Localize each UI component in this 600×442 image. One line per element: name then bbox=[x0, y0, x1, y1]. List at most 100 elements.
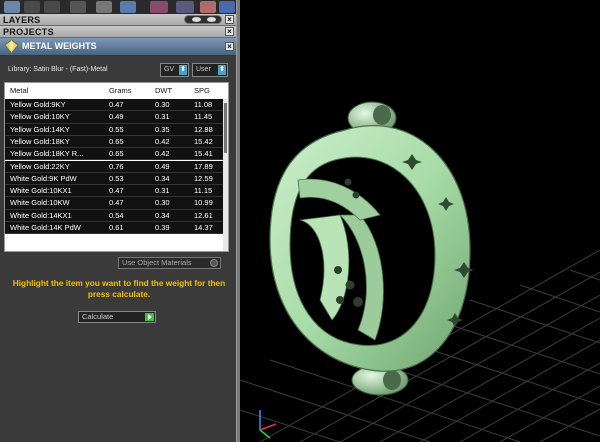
cell-dwt: 0.34 bbox=[155, 210, 170, 220]
cell-grams: 0.65 bbox=[109, 136, 124, 146]
toolbar-icon[interactable] bbox=[219, 1, 235, 13]
calculate-button[interactable]: Calculate bbox=[78, 311, 156, 323]
cell-grams: 0.47 bbox=[109, 100, 124, 109]
cell-spg: 10.99 bbox=[194, 198, 213, 208]
metal-weights-title: METAL WEIGHTS bbox=[22, 41, 97, 51]
scrollbar-thumb[interactable] bbox=[224, 103, 227, 153]
table-row[interactable]: White Gold:14KX1 0.54 0.34 12.61 bbox=[5, 209, 225, 222]
toolbar-icon[interactable] bbox=[44, 1, 60, 13]
col-spg[interactable]: SPG bbox=[194, 83, 224, 99]
layers-title: LAYERS bbox=[3, 15, 41, 25]
cell-metal: White Gold:14K PdW bbox=[10, 223, 81, 232]
viewport-scene bbox=[240, 101, 600, 442]
table-header: Metal Grams DWT SPG bbox=[5, 83, 225, 100]
cell-metal: White Gold:10KX1 bbox=[10, 186, 72, 196]
cell-metal: White Gold:9K PdW bbox=[10, 173, 77, 183]
cell-metal: White Gold:14KX1 bbox=[10, 210, 72, 220]
toolbar-icon[interactable] bbox=[150, 1, 168, 13]
table-row[interactable]: White Gold:14K PdW 0.61 0.39 14.37 bbox=[5, 222, 225, 235]
cell-spg: 14.37 bbox=[194, 223, 213, 232]
cell-spg: 11.45 bbox=[194, 112, 213, 122]
cell-spg: 12.59 bbox=[194, 173, 213, 183]
cell-metal: Yellow Gold:9KY bbox=[10, 100, 66, 109]
toggle-dot-icon bbox=[210, 259, 218, 267]
toolbar-icon[interactable] bbox=[120, 1, 136, 13]
cell-metal: Yellow Gold:14KY bbox=[10, 124, 70, 134]
table-row[interactable]: Yellow Gold:22KY 0.76 0.49 17.89 bbox=[5, 160, 225, 173]
layers-header[interactable]: LAYERS × bbox=[0, 14, 236, 26]
toolbar-icon[interactable] bbox=[200, 1, 216, 13]
cell-dwt: 0.39 bbox=[155, 223, 170, 232]
ring-model[interactable] bbox=[269, 101, 474, 396]
close-projects-button[interactable]: × bbox=[225, 27, 234, 36]
toolbar-icon[interactable] bbox=[24, 1, 40, 13]
cell-spg: 15.41 bbox=[194, 149, 213, 159]
metal-weights-icon bbox=[4, 39, 19, 54]
cell-dwt: 0.31 bbox=[155, 186, 170, 196]
cell-grams: 0.53 bbox=[109, 173, 124, 183]
user-dropdown[interactable]: User ⬍ bbox=[192, 63, 228, 77]
table-row[interactable]: Yellow Gold:9KY 0.47 0.30 11.08 bbox=[5, 99, 225, 112]
cell-spg: 15.42 bbox=[194, 136, 213, 146]
cell-spg: 11.08 bbox=[194, 100, 213, 109]
cell-dwt: 0.42 bbox=[155, 136, 170, 146]
cell-grams: 0.47 bbox=[109, 198, 124, 208]
metal-weights-table[interactable]: Metal Grams DWT SPG Yellow Gold:9KY 0.47… bbox=[4, 82, 229, 252]
toolbar-icon[interactable] bbox=[4, 1, 20, 13]
3d-viewport[interactable] bbox=[240, 0, 600, 442]
library-label: Library: Satin Blur - (Fast)-Metal bbox=[8, 66, 108, 73]
close-layers-button[interactable]: × bbox=[225, 15, 234, 24]
table-row[interactable]: White Gold:10KW 0.47 0.30 10.99 bbox=[5, 197, 225, 210]
cell-dwt: 0.42 bbox=[155, 149, 170, 159]
col-metal[interactable]: Metal bbox=[10, 83, 107, 99]
col-dwt[interactable]: DWT bbox=[155, 83, 195, 99]
table-row[interactable]: White Gold:10KX1 0.47 0.31 11.15 bbox=[5, 185, 225, 198]
instruction-text: Highlight the item you want to find the … bbox=[12, 278, 226, 299]
spinner-icon[interactable]: ⬍ bbox=[218, 65, 226, 75]
cell-spg: 17.89 bbox=[194, 161, 213, 171]
cell-metal: Yellow Gold:22KY bbox=[10, 161, 70, 171]
toolbar-icon[interactable] bbox=[70, 1, 86, 13]
table-scrollbar[interactable] bbox=[223, 99, 228, 251]
cell-spg: 12.88 bbox=[194, 124, 213, 134]
cell-dwt: 0.34 bbox=[155, 173, 170, 183]
metal-weights-header[interactable]: METAL WEIGHTS × bbox=[0, 38, 236, 56]
eye-icon bbox=[192, 17, 201, 22]
cell-grams: 0.61 bbox=[109, 223, 124, 232]
cell-metal: Yellow Gold:10KY bbox=[10, 112, 70, 122]
table-row[interactable]: Yellow Gold:18KY 0.65 0.42 15.42 bbox=[5, 135, 225, 149]
cell-dwt: 0.35 bbox=[155, 124, 170, 134]
projects-title: PROJECTS bbox=[3, 27, 54, 37]
cell-grams: 0.54 bbox=[109, 210, 124, 220]
table-row[interactable]: White Gold:9K PdW 0.53 0.34 12.59 bbox=[5, 172, 225, 186]
table-row[interactable]: Yellow Gold:18KY R... 0.65 0.42 15.41 bbox=[5, 148, 225, 161]
cell-dwt: 0.31 bbox=[155, 112, 170, 122]
col-grams[interactable]: Grams bbox=[109, 83, 149, 99]
cell-dwt: 0.49 bbox=[155, 161, 170, 171]
cell-metal: White Gold:10KW bbox=[10, 198, 70, 208]
spinner-icon[interactable]: ⬍ bbox=[179, 65, 187, 75]
cell-grams: 0.65 bbox=[109, 149, 124, 159]
toolbar-icon[interactable] bbox=[96, 1, 112, 13]
cell-dwt: 0.30 bbox=[155, 198, 170, 208]
cell-grams: 0.76 bbox=[109, 161, 124, 171]
close-metal-weights-button[interactable]: × bbox=[225, 42, 234, 51]
left-panel: LAYERS × PROJECTS × METAL WEIGHTS × Libr… bbox=[0, 0, 236, 442]
eye-icon bbox=[207, 17, 216, 22]
cell-spg: 12.61 bbox=[194, 210, 213, 220]
user-label: User bbox=[196, 66, 211, 73]
cell-grams: 0.55 bbox=[109, 124, 124, 134]
cell-grams: 0.49 bbox=[109, 112, 124, 122]
table-row[interactable]: Yellow Gold:14KY 0.55 0.35 12.88 bbox=[5, 123, 225, 136]
use-object-materials-toggle[interactable]: Use Object Materials bbox=[118, 257, 221, 269]
visibility-toggle[interactable] bbox=[184, 15, 222, 24]
projects-header[interactable]: PROJECTS × bbox=[0, 26, 236, 38]
table-row[interactable]: Yellow Gold:10KY 0.49 0.31 11.45 bbox=[5, 111, 225, 124]
play-arrow-icon bbox=[145, 313, 154, 321]
top-toolbar-strip bbox=[0, 0, 236, 14]
use-object-materials-label: Use Object Materials bbox=[122, 258, 192, 267]
gv-dropdown[interactable]: GV ⬍ bbox=[160, 63, 189, 77]
cell-grams: 0.47 bbox=[109, 186, 124, 196]
calculate-label: Calculate bbox=[82, 312, 114, 321]
toolbar-icon[interactable] bbox=[176, 1, 194, 13]
